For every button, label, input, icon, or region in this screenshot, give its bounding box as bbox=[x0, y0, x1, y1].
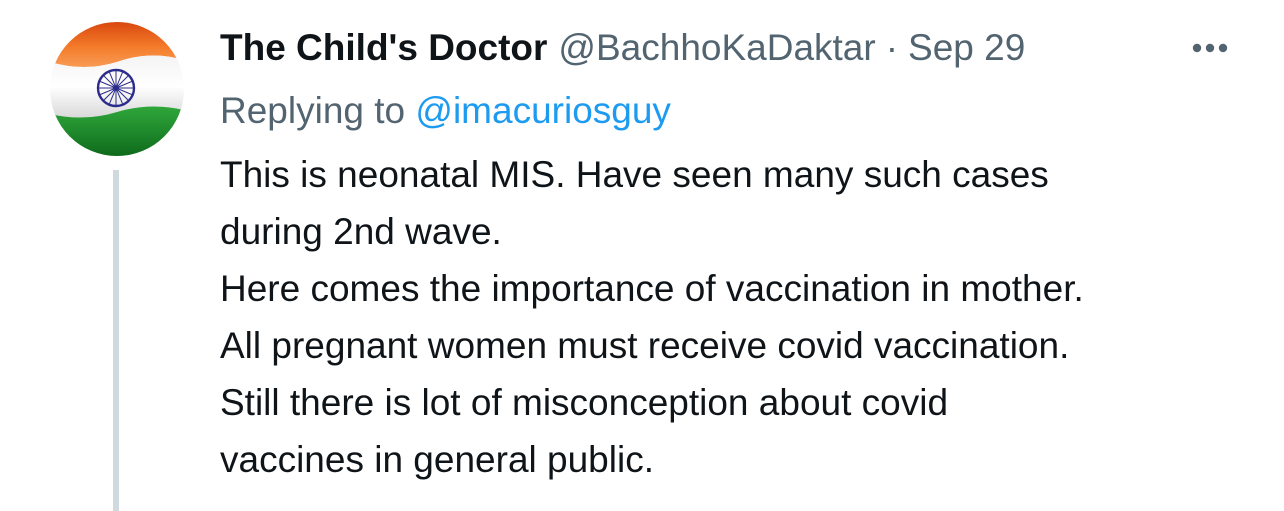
tweet-text-line: Here comes the importance of vaccination… bbox=[220, 268, 1084, 309]
more-options-button[interactable] bbox=[1180, 26, 1240, 70]
author-handle[interactable]: @BachhoKaDaktar bbox=[558, 22, 875, 74]
replying-to: Replying to @imacuriosguy bbox=[220, 86, 671, 136]
tweet-header: The Child's Doctor @BachhoKaDaktar · Sep… bbox=[220, 22, 1180, 74]
more-horizontal-icon bbox=[1192, 43, 1228, 53]
ashoka-chakra-icon bbox=[96, 68, 136, 108]
avatar[interactable] bbox=[50, 22, 184, 156]
tweet-text-line: Still there is lot of misconception abou… bbox=[220, 382, 949, 423]
tweet[interactable]: The Child's Doctor @BachhoKaDaktar · Sep… bbox=[0, 0, 1284, 511]
header-separator: · bbox=[885, 27, 899, 68]
thread-connector-line bbox=[113, 170, 119, 511]
tweet-text: This is neonatal MIS. Have seen many suc… bbox=[220, 146, 1250, 488]
tweet-text-line: vaccines in general public. bbox=[220, 439, 654, 480]
tweet-text-line: This is neonatal MIS. Have seen many suc… bbox=[220, 154, 1049, 195]
author-display-name[interactable]: The Child's Doctor bbox=[220, 22, 547, 74]
india-flag-avatar bbox=[50, 22, 184, 156]
reply-mention-link[interactable]: @imacuriosguy bbox=[415, 90, 671, 131]
tweet-date[interactable]: Sep 29 bbox=[908, 22, 1025, 74]
tweet-text-line: during 2nd wave. bbox=[220, 211, 502, 252]
replying-to-label: Replying to bbox=[220, 90, 406, 131]
tweet-text-line: All pregnant women must receive covid va… bbox=[220, 325, 1070, 366]
